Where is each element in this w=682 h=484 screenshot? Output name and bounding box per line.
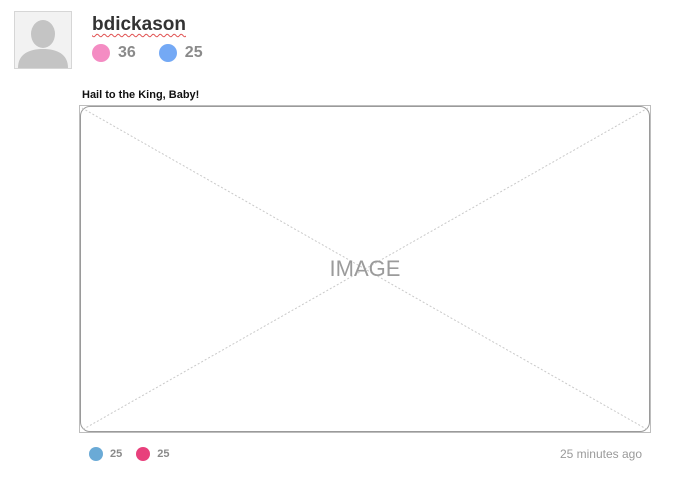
post-footer: 25 25 25 minutes ago: [89, 445, 642, 463]
user-stat-blue-value: 25: [184, 44, 203, 61]
post-stat-blue[interactable]: 25: [89, 447, 122, 461]
pink-dot-icon: [136, 447, 151, 461]
blue-dot-icon: [89, 447, 103, 461]
post-title: Hail to the King, Baby!: [82, 89, 200, 101]
post-stat-pink[interactable]: 25: [136, 447, 170, 461]
post-stat-blue-value: 25: [110, 448, 123, 460]
blue-dot-icon: [158, 44, 177, 62]
post-timestamp: 25 minutes ago: [559, 447, 642, 461]
user-silhouette-icon: [15, 12, 71, 68]
avatar[interactable]: [14, 11, 72, 69]
pink-dot-icon: [92, 44, 110, 62]
post-stats: 25 25: [89, 447, 184, 461]
user-stats: 36 25: [92, 43, 226, 63]
post-stat-pink-value: 25: [157, 448, 170, 460]
post-image[interactable]: IMAGE: [79, 105, 651, 433]
user-stat-blue: 25: [158, 44, 203, 62]
username[interactable]: bdickason: [92, 13, 186, 37]
image-placeholder-label: IMAGE: [329, 256, 401, 281]
user-stat-pink-value: 36: [118, 44, 136, 61]
user-stat-pink: 36: [92, 44, 136, 62]
